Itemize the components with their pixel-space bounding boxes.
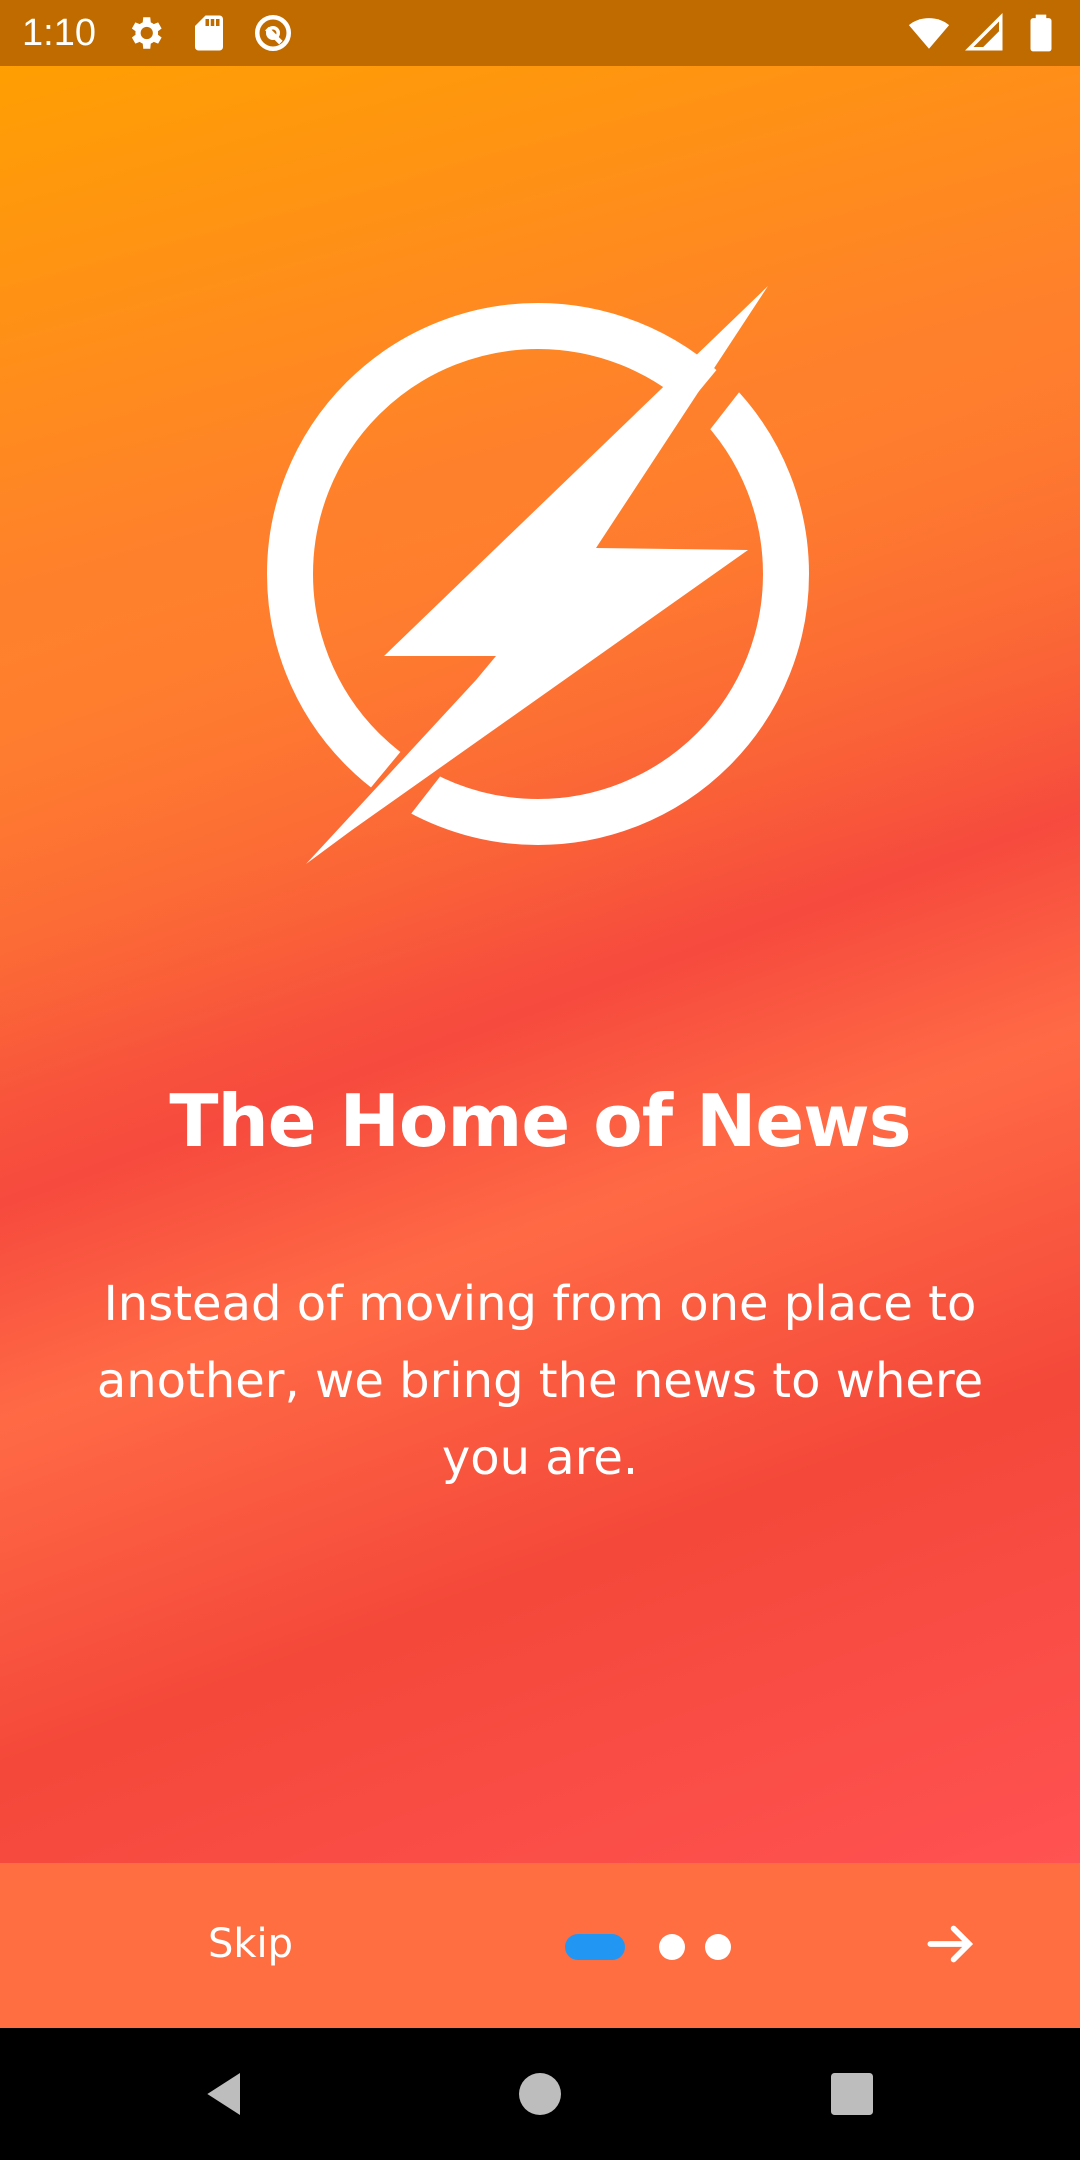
home-icon <box>519 2073 561 2115</box>
arrow-right-icon <box>927 1925 974 1963</box>
lightning-bolt-logo <box>266 286 814 866</box>
cell-signal-icon <box>964 12 1006 54</box>
screen: 1:10 The Home of News Instead of moving … <box>0 0 1080 2160</box>
back-icon <box>207 2073 240 2115</box>
status-icons-right <box>908 12 1062 54</box>
status-time: 1:10 <box>22 12 96 54</box>
sd-card-icon <box>188 12 230 54</box>
page-dot-1[interactable] <box>565 1934 625 1960</box>
page-indicator <box>565 1934 731 1960</box>
status-bar: 1:10 <box>0 0 1080 66</box>
skip-button[interactable]: Skip <box>208 1919 293 1969</box>
onboarding-description: Instead of moving from one place to anot… <box>96 1276 984 1486</box>
system-nav-bar <box>0 2028 1080 2160</box>
vpn-key-icon <box>252 12 294 54</box>
wifi-icon <box>908 12 950 54</box>
page-dot-2[interactable] <box>659 1934 685 1960</box>
onboarding-page: The Home of News Instead of moving from … <box>0 66 1080 1863</box>
recents-icon <box>831 2073 873 2115</box>
gear-icon <box>124 12 166 54</box>
onboarding-title: The Home of News <box>169 1079 911 1163</box>
battery-icon <box>1020 12 1062 54</box>
recents-button[interactable] <box>824 2066 880 2122</box>
back-button[interactable] <box>198 2066 254 2122</box>
home-button[interactable] <box>512 2066 568 2122</box>
page-dot-3[interactable] <box>705 1934 731 1960</box>
onboarding-controls: Skip <box>0 1863 1080 2028</box>
next-button[interactable] <box>920 1913 982 1975</box>
status-icons-left <box>124 12 294 54</box>
